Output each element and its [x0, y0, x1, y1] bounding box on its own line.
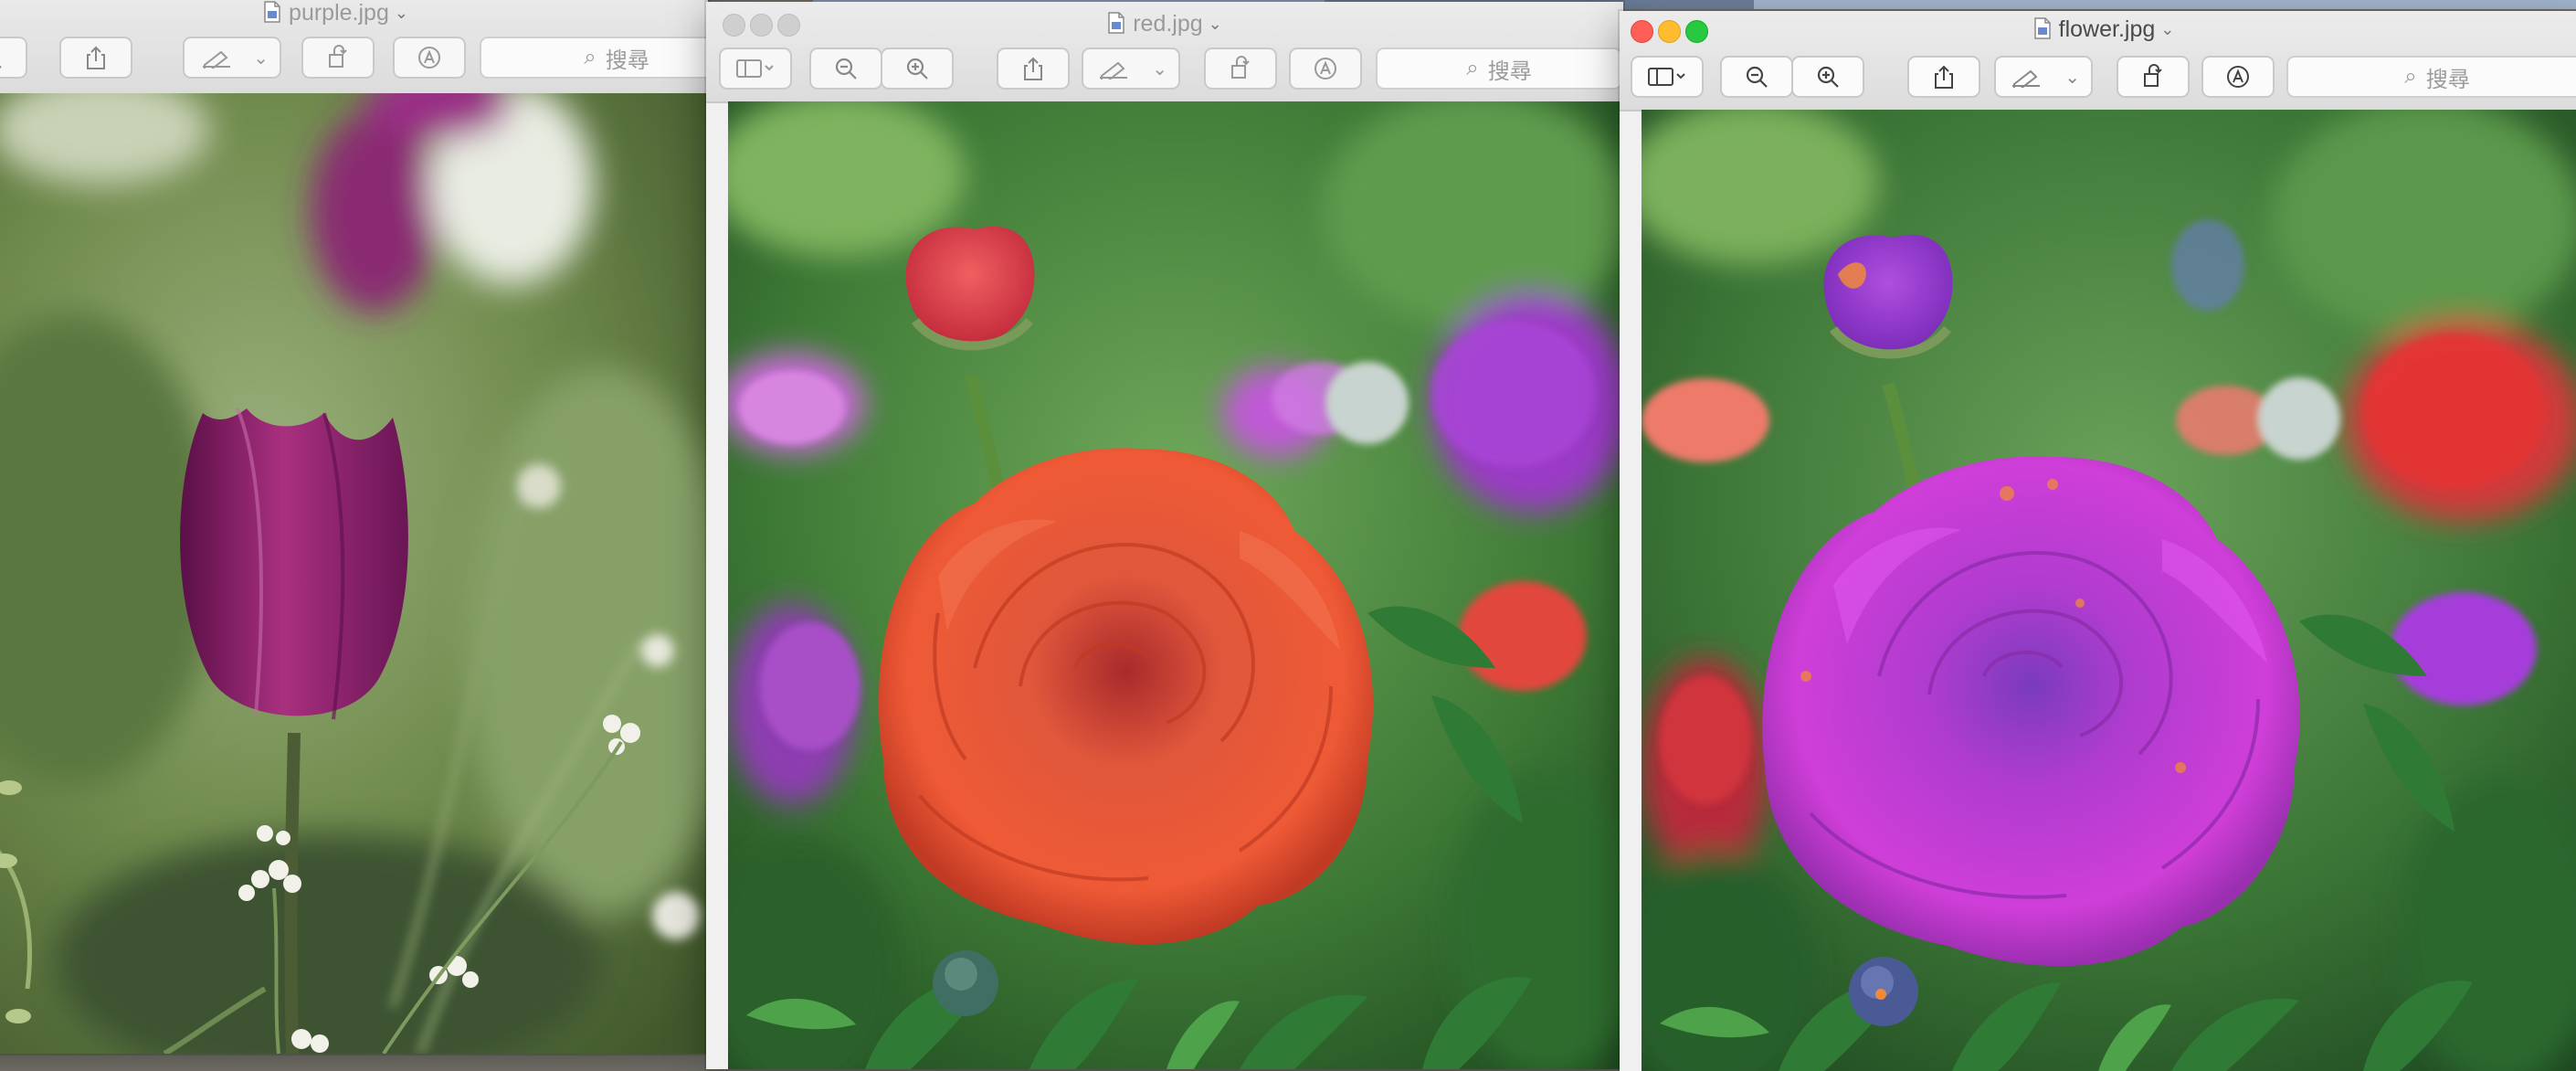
search-icon: ⌕ [584, 45, 596, 69]
share-button[interactable] [1907, 56, 1980, 98]
preview-window-flower: flower.jpg ⌄ ⌄ ⌕ 搜尋 [1620, 11, 2576, 1071]
search-placeholder: 搜尋 [605, 48, 649, 73]
zoom-in-button[interactable] [0, 37, 27, 79]
zoom-in-button[interactable] [1791, 56, 1864, 98]
rotate-icon [325, 45, 351, 70]
image-canvas[interactable] [728, 101, 1623, 1069]
red-ranunculus-photo [728, 101, 1623, 1069]
minimize-button[interactable] [750, 14, 773, 37]
markup-button[interactable]: ⌄ [183, 37, 281, 79]
chevron-down-icon: ⌄ [253, 48, 269, 69]
purple-tulip-photo [0, 93, 708, 1054]
zoom-out-button[interactable] [809, 48, 882, 90]
share-icon [1022, 56, 1044, 81]
search-field[interactable]: ⌕ 搜尋 [2286, 56, 2576, 98]
annotate-icon [2225, 64, 2251, 90]
magenta-ranunculus-photo [1642, 110, 2576, 1071]
sidebar-button[interactable] [1631, 56, 1704, 98]
close-button[interactable] [1631, 20, 1653, 43]
search-icon: ⌕ [1466, 56, 1479, 80]
image-canvas[interactable] [0, 93, 708, 1054]
markup-button[interactable]: ⌄ [1082, 48, 1180, 90]
search-icon: ⌕ [2404, 64, 2417, 89]
annotate-button[interactable] [393, 37, 466, 79]
markup-pen-icon [201, 47, 232, 69]
search-placeholder: 搜尋 [2425, 67, 2470, 92]
preview-window-purple: purple.jpg ⌄ ⌄ ⌕ 搜尋 [0, 0, 708, 1054]
rotate-button[interactable] [2117, 56, 2190, 98]
search-field[interactable]: ⌕ 搜尋 [1376, 48, 1622, 90]
image-canvas[interactable] [1642, 110, 2576, 1071]
zoom-out-icon [1744, 64, 1769, 90]
zoom-out-button[interactable] [1720, 56, 1793, 98]
chevron-down-icon: ⌄ [1152, 58, 1167, 80]
close-button[interactable] [723, 14, 745, 37]
zoom-in-icon [904, 56, 930, 81]
share-button[interactable] [59, 37, 132, 79]
annotate-icon [1313, 56, 1338, 81]
zoom-out-icon [833, 56, 859, 81]
zoom-in-button[interactable] [881, 48, 954, 90]
share-icon [85, 45, 107, 70]
search-field[interactable]: ⌕ 搜尋 [480, 37, 708, 79]
markup-pen-icon [2011, 66, 2042, 88]
chevron-down-icon: ⌄ [2064, 67, 2080, 88]
rotate-icon [1228, 56, 1253, 81]
zoom-in-icon [1815, 64, 1841, 90]
markup-button[interactable]: ⌄ [1994, 56, 2093, 98]
sidebar-icon [735, 58, 776, 80]
preview-window-red: red.jpg ⌄ ⌄ ⌕ 搜尋 [706, 2, 1623, 1069]
search-placeholder: 搜尋 [1487, 58, 1532, 84]
sidebar-icon [1647, 66, 1687, 88]
rotate-button[interactable] [301, 37, 375, 79]
zoom-button[interactable] [1685, 20, 1708, 43]
zoom-button[interactable] [777, 14, 800, 37]
markup-pen-icon [1098, 58, 1129, 80]
rotate-icon [2140, 64, 2166, 90]
share-icon [1933, 64, 1955, 90]
annotate-button[interactable] [1289, 48, 1362, 90]
annotate-button[interactable] [2201, 56, 2275, 98]
zoom-in-icon [0, 45, 4, 70]
share-button[interactable] [997, 48, 1070, 90]
minimize-button[interactable] [1658, 20, 1681, 43]
rotate-button[interactable] [1204, 48, 1277, 90]
desktop-background-3 [1754, 0, 2576, 9]
sidebar-button[interactable] [719, 48, 792, 90]
annotate-icon [417, 45, 442, 70]
